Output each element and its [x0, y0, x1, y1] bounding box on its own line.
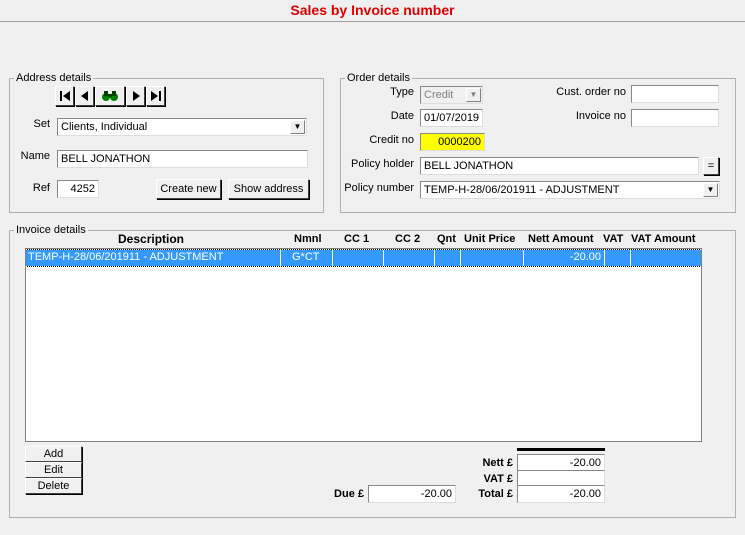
show-address-button[interactable]: Show address: [228, 179, 309, 199]
credit-no-label: Credit no: [369, 134, 414, 146]
cell-description: TEMP-H-28/06/201911 - ADJUSTMENT: [28, 251, 224, 263]
grand-total-label: Total £: [478, 488, 513, 500]
next-record-icon: [132, 91, 140, 101]
cell-nmnl: G*CT: [292, 251, 320, 263]
order-details-legend: Order details: [347, 72, 410, 84]
name-label: Name: [20, 150, 50, 162]
column-header-qnt: Qnt: [437, 233, 456, 245]
first-record-icon: [59, 91, 70, 101]
vat-total-label: VAT £: [483, 473, 513, 485]
cust-order-no-field[interactable]: [631, 85, 719, 103]
previous-record-button[interactable]: [75, 86, 94, 106]
cust-order-no-label: Cust. order no: [556, 86, 626, 98]
invoice-no-label: Invoice no: [575, 110, 626, 122]
policy-number-value: TEMP-H-28/06/201911 - ADJUSTMENT: [424, 184, 620, 196]
title-divider: [0, 21, 745, 22]
add-line-button[interactable]: Add: [25, 446, 82, 462]
date-label: Date: [390, 110, 414, 122]
due-field[interactable]: -20.00: [368, 485, 456, 503]
policy-holder-lookup-button[interactable]: =: [703, 157, 719, 175]
chevron-down-icon[interactable]: ▼: [703, 183, 718, 197]
date-field[interactable]: 01/07/2019: [420, 109, 483, 127]
create-new-button[interactable]: Create new: [156, 179, 221, 199]
find-record-button[interactable]: [95, 86, 125, 106]
credit-no-field[interactable]: 0000200: [420, 133, 485, 151]
policy-number-label: Policy number: [344, 182, 414, 194]
type-label: Type: [390, 86, 414, 98]
last-record-button[interactable]: [146, 86, 165, 106]
nett-total-label: Nett £: [482, 457, 513, 469]
due-label: Due £: [334, 488, 364, 500]
column-header-nett-amount: Nett Amount: [528, 233, 594, 245]
policy-holder-label: Policy holder: [351, 158, 414, 170]
cell-nett-amount: -20.00: [569, 251, 601, 263]
chevron-down-icon[interactable]: ▼: [290, 120, 305, 134]
set-label: Set: [33, 118, 50, 130]
last-record-icon: [150, 91, 161, 101]
invoice-details-legend: Invoice details: [16, 224, 86, 236]
invoice-lines-grid[interactable]: TEMP-H-28/06/201911 - ADJUSTMENT G*CT -2…: [25, 248, 702, 442]
type-dropdown[interactable]: Credit ▼: [420, 86, 483, 104]
delete-line-button[interactable]: Delete: [25, 478, 82, 494]
table-row[interactable]: TEMP-H-28/06/201911 - ADJUSTMENT G*CT -2…: [26, 249, 701, 267]
ref-label: Ref: [32, 182, 50, 194]
grand-total-field: -20.00: [517, 485, 605, 503]
previous-record-icon: [80, 91, 88, 101]
address-details-legend: Address details: [16, 72, 92, 84]
column-header-vat: VAT: [603, 233, 624, 245]
record-navigator: [55, 86, 170, 108]
name-field[interactable]: BELL JONATHON: [57, 150, 308, 168]
next-record-button[interactable]: [126, 86, 145, 106]
edit-line-button[interactable]: Edit: [25, 462, 82, 478]
column-header-description: Description: [118, 232, 185, 246]
set-dropdown[interactable]: Clients, Individual ▼: [57, 118, 307, 136]
invoice-no-field[interactable]: [631, 109, 719, 127]
binoculars-icon: [102, 91, 118, 101]
column-header-unit-price: Unit Price: [464, 233, 516, 245]
type-value: Credit: [424, 89, 454, 101]
column-header-nmnl: Nmnl: [294, 233, 322, 245]
chevron-down-icon[interactable]: ▼: [466, 88, 481, 102]
policy-number-dropdown[interactable]: TEMP-H-28/06/201911 - ADJUSTMENT ▼: [420, 181, 720, 199]
column-header-cc1: CC 1: [344, 233, 370, 245]
ref-field[interactable]: 4252: [57, 180, 99, 198]
first-record-button[interactable]: [55, 86, 74, 106]
totals-divider: [517, 448, 605, 451]
column-header-cc2: CC 2: [395, 233, 421, 245]
page-title: Sales by Invoice number: [290, 2, 455, 18]
set-value: Clients, Individual: [61, 121, 148, 133]
policy-holder-field[interactable]: BELL JONATHON: [420, 157, 699, 175]
column-header-vat-amount: VAT Amount: [631, 233, 696, 245]
